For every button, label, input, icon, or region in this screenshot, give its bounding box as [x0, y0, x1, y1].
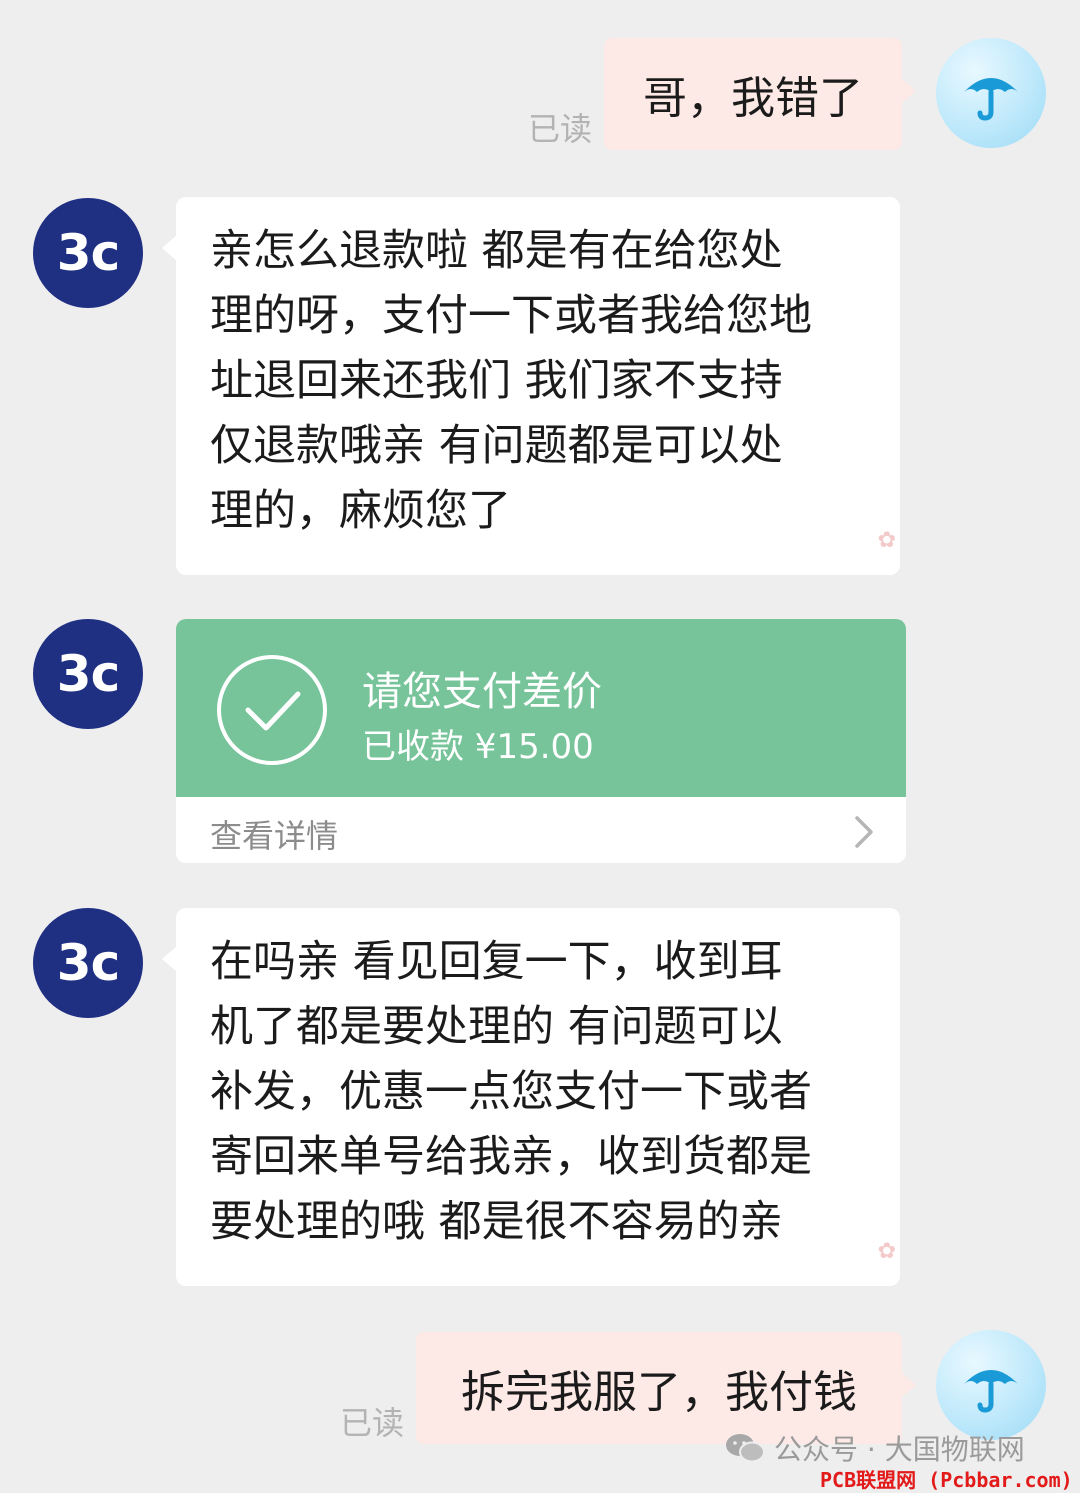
umbrella-icon [964, 78, 1018, 121]
read-status: 已读 [340, 1404, 405, 1442]
message-line: 补发，优惠一点您支付一下或者 [210, 1067, 812, 1117]
user-avatar[interactable] [936, 38, 1046, 148]
umbrella-icon [964, 1370, 1018, 1413]
message-line: 机了都是要处理的 有问题可以 [210, 1002, 783, 1052]
user-avatar[interactable] [936, 1330, 1046, 1440]
payment-card-header: 请您支付差价 已收款 ¥15.00 [176, 619, 906, 797]
payment-title: 请您支付差价 [362, 669, 602, 715]
shop-avatar[interactable]: 3c [33, 198, 143, 308]
incoming-message-bubble[interactable]: 在吗亲 看见回复一下，收到耳 机了都是要处理的 有问题可以 补发，优惠一点您支付… [162, 908, 900, 1286]
incoming-message-bubble[interactable]: 亲怎么退款啦 都是有在给您处 理的呀，支付一下或者我给您地 址退回来还我们 我们… [162, 197, 900, 575]
payment-amount: 已收款 ¥15.00 [362, 727, 594, 767]
message-line: 寄回来单号给我亲，收到货都是 [210, 1132, 812, 1182]
view-details-link[interactable]: 查看详情 [210, 811, 338, 857]
check-circle-icon [217, 655, 327, 765]
message-text: 哥，我错了 [643, 73, 863, 124]
payment-card[interactable]: 请您支付差价 已收款 ¥15.00 查看详情 [176, 619, 906, 863]
message-line: 在吗亲 看见回复一下，收到耳 [210, 937, 783, 987]
account-watermark: 公众号 · 大国物联网 [724, 1428, 1025, 1468]
message-line: 仅退款哦亲 有问题都是可以处 [210, 421, 783, 471]
read-status: 已读 [528, 110, 593, 148]
shop-avatar[interactable]: 3c [33, 908, 143, 1018]
view-details-row[interactable]: 查看详情 [176, 797, 906, 863]
site-watermark: PCB联盟网 (Pcbbar.com) [820, 1468, 1073, 1492]
message-text: 拆完我服了，我付钱 [461, 1367, 857, 1418]
message-line: 亲怎么退款啦 都是有在给您处 [210, 226, 783, 276]
shop-avatar[interactable]: 3c [33, 619, 143, 729]
shop-avatar-label: 3c [56, 645, 120, 703]
corner-logo-mark: ✿ [877, 1239, 896, 1264]
account-watermark-text: 公众号 · 大国物联网 [774, 1433, 1025, 1466]
wechat-icon [726, 1434, 765, 1463]
message-line: 理的，麻烦您了 [210, 486, 511, 536]
shop-avatar-label: 3c [56, 934, 120, 992]
message-line: 址退回来还我们 我们家不支持 [210, 356, 783, 406]
chevron-right-icon [855, 816, 873, 848]
message-line: 要处理的哦 都是很不容易的亲 [210, 1197, 783, 1247]
corner-logo-mark: ✿ [877, 528, 896, 553]
shop-avatar-label: 3c [56, 224, 120, 282]
message-line: 理的呀，支付一下或者我给您地 [210, 291, 812, 341]
outgoing-message-bubble[interactable]: 哥，我错了 [604, 38, 916, 150]
